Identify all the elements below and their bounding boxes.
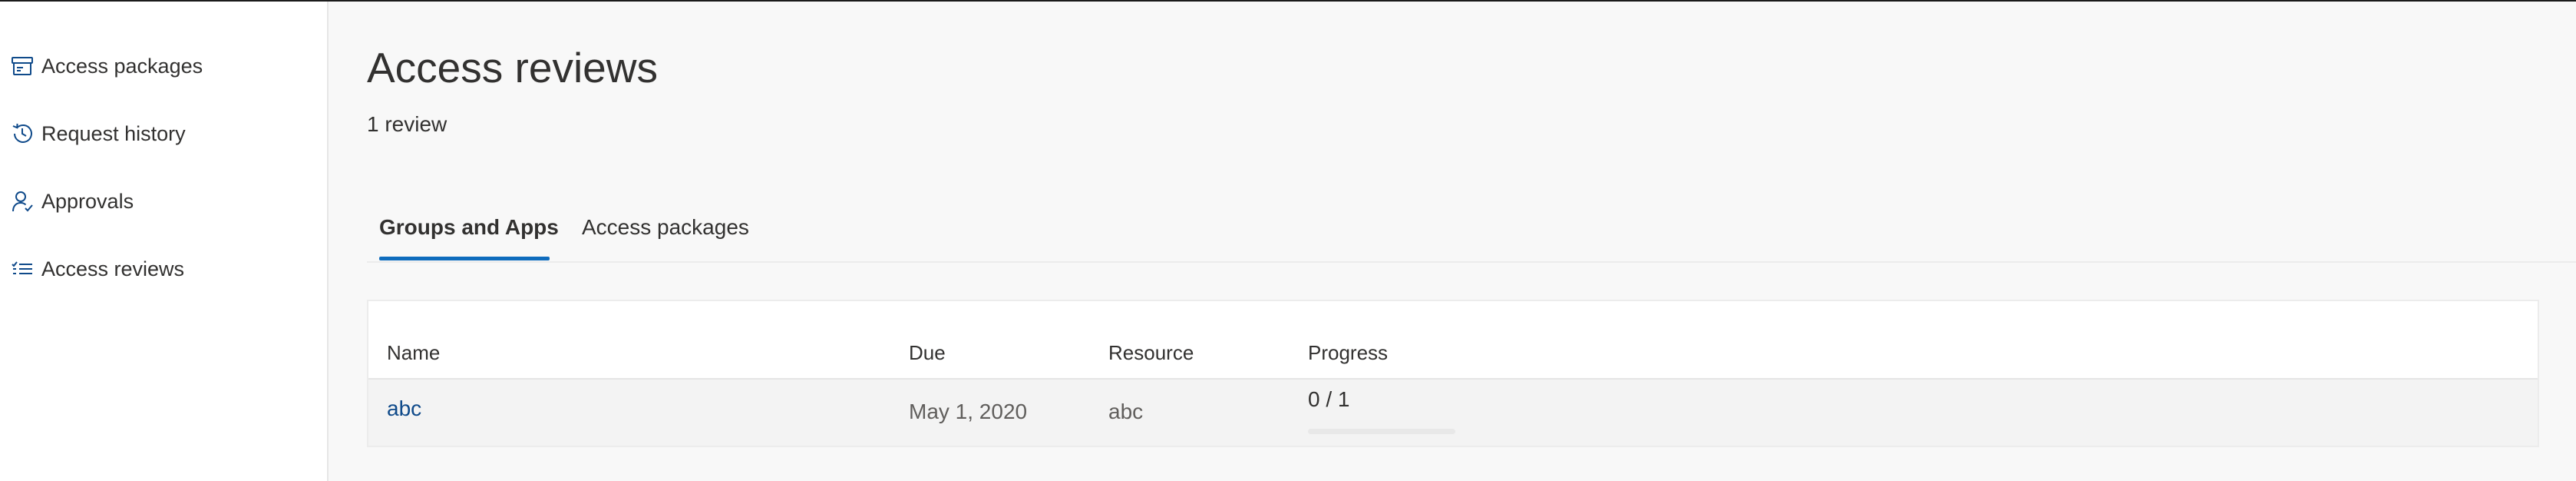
- active-tab-indicator: [379, 257, 550, 260]
- archive-box-icon: [9, 53, 35, 79]
- tab-groups-and-apps[interactable]: Groups and Apps: [379, 215, 559, 240]
- progress-text: 0 / 1: [1308, 387, 1350, 411]
- sidebar-item-label: Access packages: [41, 54, 203, 78]
- main-content: Access reviews 1 review Groups and Apps …: [330, 2, 2576, 481]
- column-header-name[interactable]: Name: [387, 341, 440, 365]
- review-name-link[interactable]: abc: [387, 396, 421, 421]
- person-approve-icon: [9, 188, 35, 214]
- reviews-table: Name Due Resource Progress abc May 1, 20…: [367, 300, 2539, 447]
- sidebar-item-label: Request history: [41, 121, 186, 145]
- resource-name: abc: [1108, 400, 1144, 423]
- column-header-resource[interactable]: Resource: [1108, 341, 1194, 365]
- review-count: 1 review: [367, 112, 447, 136]
- page-title: Access reviews: [367, 44, 658, 91]
- sidebar-item-label: Access reviews: [41, 257, 185, 280]
- sidebar-item-access-packages[interactable]: Access packages: [9, 45, 203, 88]
- history-icon: [9, 121, 35, 147]
- sidebar-item-access-reviews[interactable]: Access reviews: [9, 247, 184, 290]
- due-date: May 1, 2020: [909, 400, 1028, 423]
- sidebar-item-label: Approvals: [41, 189, 134, 213]
- sidebar-item-approvals[interactable]: Approvals: [9, 180, 134, 223]
- tab-strip: Groups and Apps Access packages: [367, 200, 2576, 263]
- column-header-progress[interactable]: Progress: [1308, 341, 1388, 365]
- tab-access-packages[interactable]: Access packages: [582, 215, 749, 240]
- progress-bar: [1308, 429, 1455, 434]
- column-header-due[interactable]: Due: [909, 341, 946, 365]
- checklist-icon: [9, 256, 35, 282]
- sidebar-item-request-history[interactable]: Request history: [9, 112, 186, 155]
- sidebar-nav: Access packages Request history Approval…: [0, 2, 329, 481]
- table-row[interactable]: abc May 1, 2020 abc 0 / 1: [368, 378, 2538, 446]
